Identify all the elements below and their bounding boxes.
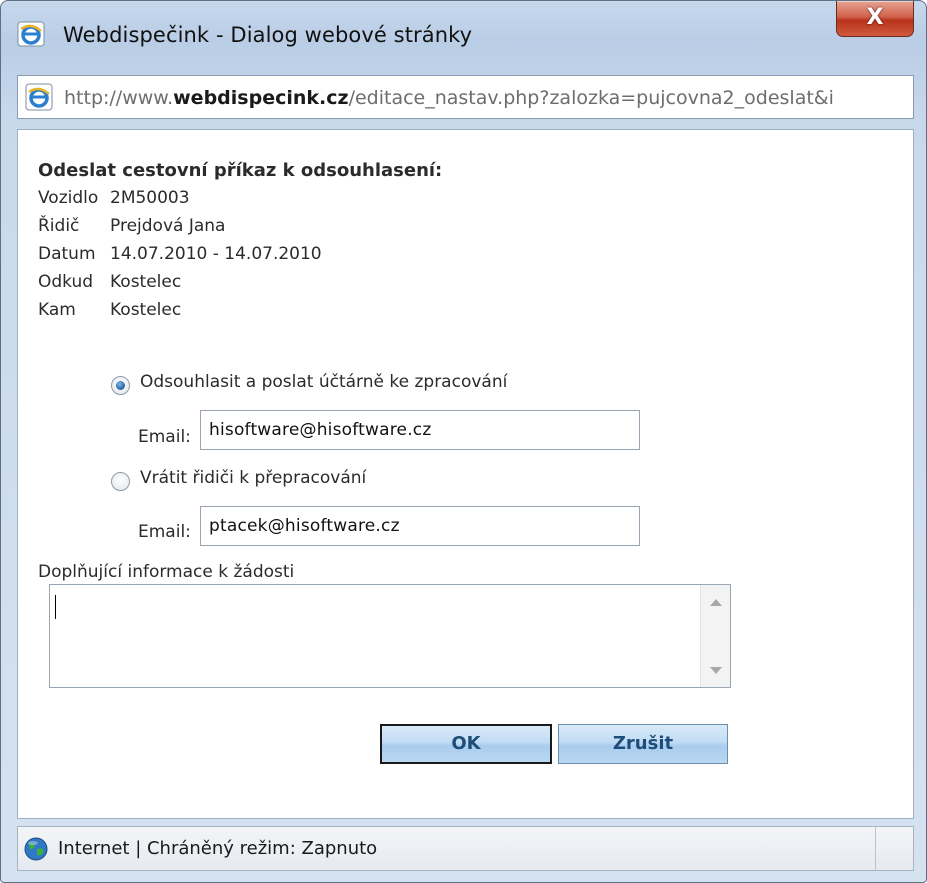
notes-label: Doplňující informace k žádosti bbox=[38, 562, 295, 582]
address-url: http://www.webdispecink.cz/editace_nasta… bbox=[64, 87, 910, 109]
ie-page-icon bbox=[25, 83, 53, 111]
dialog-content: Odeslat cestovní příkaz k odsouhlasení: … bbox=[17, 129, 914, 819]
return-email-input[interactable] bbox=[200, 506, 640, 546]
cancel-button[interactable]: Zrušit bbox=[558, 724, 728, 764]
url-domain: webdispecink.cz bbox=[173, 87, 349, 109]
info-label: Vozidlo bbox=[38, 188, 99, 208]
close-button[interactable]: X bbox=[836, 1, 914, 37]
close-icon: X bbox=[866, 5, 884, 30]
notes-textarea[interactable] bbox=[49, 584, 731, 688]
url-path: /editace_nastav.php?zalozka=pujcovna2_od… bbox=[348, 87, 834, 109]
approve-email-label: Email: bbox=[138, 427, 191, 447]
status-bar: Internet | Chráněný režim: Zapnuto bbox=[17, 826, 914, 871]
info-value: Prejdová Jana bbox=[110, 216, 226, 236]
approve-radio[interactable] bbox=[111, 376, 130, 395]
approve-email-input[interactable] bbox=[200, 410, 640, 450]
info-label: Řidič bbox=[38, 216, 80, 236]
notes-scrollbar[interactable] bbox=[700, 585, 730, 687]
approve-radio-label[interactable]: Odsouhlasit a poslat účtárně ke zpracová… bbox=[140, 372, 507, 392]
window-title: Webdispečink - Dialog webové stránky bbox=[63, 23, 473, 47]
info-label: Odkud bbox=[38, 272, 94, 292]
title-bar[interactable]: Webdispečink - Dialog webové stránky X bbox=[1, 1, 926, 47]
info-label: Kam bbox=[38, 300, 76, 320]
text-caret bbox=[55, 595, 56, 619]
status-text: Internet | Chráněný režim: Zapnuto bbox=[58, 838, 378, 859]
ok-button[interactable]: OK bbox=[380, 724, 552, 764]
status-divider bbox=[875, 827, 876, 870]
info-value: 2M50003 bbox=[110, 188, 190, 208]
globe-icon bbox=[24, 837, 48, 861]
info-row-to: Kam Kostelec bbox=[38, 300, 181, 320]
return-email-label: Email: bbox=[138, 522, 191, 542]
return-radio[interactable] bbox=[111, 472, 130, 491]
info-row-from: Odkud Kostelec bbox=[38, 272, 181, 292]
info-value: 14.07.2010 - 14.07.2010 bbox=[110, 244, 322, 264]
scroll-down-icon[interactable] bbox=[710, 667, 722, 674]
scroll-up-icon[interactable] bbox=[710, 599, 722, 606]
form-heading: Odeslat cestovní příkaz k odsouhlasení: bbox=[38, 160, 443, 181]
return-radio-label[interactable]: Vrátit řidiči k přepracování bbox=[140, 468, 366, 488]
address-bar[interactable]: http://www.webdispecink.cz/editace_nasta… bbox=[17, 75, 914, 119]
url-prefix: http://www. bbox=[64, 87, 174, 109]
info-row-vehicle: Vozidlo 2M50003 bbox=[38, 188, 190, 208]
ie-icon bbox=[17, 21, 45, 47]
info-row-date: Datum 14.07.2010 - 14.07.2010 bbox=[38, 244, 322, 264]
info-row-driver: Řidič Prejdová Jana bbox=[38, 216, 225, 236]
info-value: Kostelec bbox=[110, 272, 182, 292]
info-label: Datum bbox=[38, 244, 96, 264]
info-value: Kostelec bbox=[110, 300, 182, 320]
dialog-window: Webdispečink - Dialog webové stránky X h… bbox=[0, 0, 927, 883]
